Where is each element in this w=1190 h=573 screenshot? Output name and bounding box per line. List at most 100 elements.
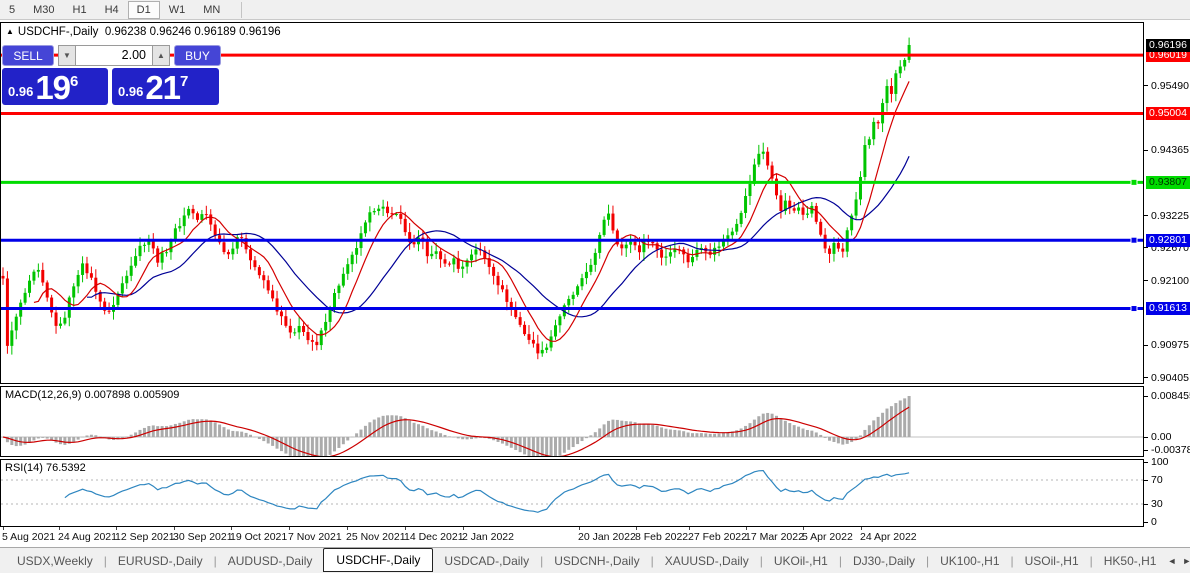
- chart-tab-bar: USDX,Weekly | EURUSD-,Daily | AUDUSD-,Daily U…: [0, 547, 1190, 573]
- symbol-label: USDCHF-,Daily: [17, 26, 99, 38]
- macd-axis-tick: [1144, 449, 1148, 451]
- date-tick: [116, 527, 117, 530]
- date-label: 14 Dec 2021: [404, 531, 464, 543]
- rsi-axis-tick: [1144, 461, 1148, 463]
- date-label: 2 Jan 2022: [462, 531, 514, 543]
- timeframe-button-h1[interactable]: H1: [64, 1, 96, 19]
- tab-hk50-h1[interactable]: HK50-,H1: [1093, 550, 1168, 572]
- price-axis-tick: [1144, 377, 1148, 379]
- buy-price-pipette: 7: [180, 73, 189, 90]
- tab-dj30-daily[interactable]: DJ30-,Daily: [842, 550, 926, 572]
- tab-audusd-daily[interactable]: AUDUSD-,Daily: [217, 550, 324, 572]
- rsi-axis-label: 100: [1151, 456, 1169, 468]
- price-axis-tick: [1144, 215, 1148, 217]
- date-label: 24 Aug 2021: [58, 531, 117, 543]
- macd-axis-tick: [1144, 436, 1148, 438]
- rsi-axis-tick: [1144, 521, 1148, 523]
- tab-usdx-weekly[interactable]: USDX,Weekly: [6, 550, 104, 572]
- price-axis-level-label: 0.93807: [1146, 175, 1190, 189]
- date-tick: [463, 527, 464, 530]
- rsi-line: [64, 469, 910, 513]
- macd-axis-label: -0.00378: [1151, 444, 1190, 456]
- date-tick: [347, 527, 348, 530]
- sell-price-prefix: 0.96: [8, 84, 34, 99]
- macd-axis-label: 0.00: [1151, 431, 1172, 443]
- buy-button[interactable]: BUY: [174, 45, 221, 66]
- tab-scroll-controls: ◄ ►: [1167, 556, 1190, 566]
- volume-decrease-button[interactable]: ▼: [58, 45, 76, 66]
- rsi-axis-label: 0: [1151, 516, 1157, 528]
- price-axis-tick: [1144, 280, 1148, 282]
- price-axis-tick: [1144, 85, 1148, 87]
- date-label: 17 Mar 2022: [745, 531, 804, 543]
- macd-axis-label: 0.008455: [1151, 390, 1190, 402]
- price-axis-tick-label: 0.95490: [1151, 79, 1189, 92]
- macd-axis-tick: [1144, 395, 1148, 397]
- macd-panel: MACD(12,26,9) 0.007898 0.005909: [0, 386, 1144, 457]
- date-label: 30 Sep 2021: [173, 531, 233, 543]
- timeframe-button-mn[interactable]: MN: [194, 1, 229, 19]
- buy-price-button[interactable]: 0.96 21 7: [112, 68, 219, 105]
- tab-usdchf-daily[interactable]: USDCHF-,Daily: [323, 547, 434, 572]
- buy-price-prefix: 0.96: [118, 84, 144, 99]
- sell-price-button[interactable]: 0.96 19 6: [2, 68, 108, 105]
- tab-usoil-h1[interactable]: USOil-,H1: [1014, 550, 1090, 572]
- price-axis-tick: [1144, 247, 1148, 249]
- tab-scroll-left-icon[interactable]: ◄: [1167, 556, 1176, 566]
- date-tick: [579, 527, 580, 530]
- date-tick: [636, 527, 637, 530]
- price-axis-tick-label: 0.94365: [1151, 144, 1189, 157]
- rsi-label: RSI(14) 76.5392: [5, 462, 86, 474]
- ma-fast-line: [33, 81, 910, 342]
- tab-ukoil-h1[interactable]: UKOil-,H1: [763, 550, 839, 572]
- date-label: 20 Jan 2022: [578, 531, 636, 543]
- sell-button[interactable]: SELL: [2, 45, 54, 66]
- timeframe-button-5[interactable]: 5: [0, 1, 24, 19]
- sell-price-pipette: 6: [70, 73, 79, 90]
- time-axis: 5 Aug 2021 24 Aug 2021 12 Sep 2021 30 Sep 2…: [0, 527, 1144, 546]
- macd-label: MACD(12,26,9) 0.007898 0.005909: [5, 389, 180, 401]
- price-axis-tick-label: 0.92100: [1151, 274, 1189, 287]
- price-axis-tick-label: 0.93225: [1151, 209, 1189, 222]
- price-axis-tick-label: 0.90975: [1151, 339, 1189, 352]
- date-tick: [174, 527, 175, 530]
- toolbar-divider: [241, 1, 243, 18]
- tab-usdcad-daily[interactable]: USDCAD-,Daily: [433, 550, 540, 572]
- rsi-axis-tick: [1144, 479, 1148, 481]
- timeframe-button-d1[interactable]: D1: [127, 0, 160, 19]
- timeframe-button-h4[interactable]: H4: [96, 1, 128, 19]
- volume-increase-button[interactable]: ▲: [152, 45, 170, 66]
- timeframe-button-w1[interactable]: W1: [160, 1, 195, 19]
- date-label: 24 Apr 2022: [860, 531, 917, 543]
- tab-eurusd-daily[interactable]: EURUSD-,Daily: [107, 550, 214, 572]
- date-tick: [746, 527, 747, 530]
- tab-usdcnh-daily[interactable]: USDCNH-,Daily: [543, 550, 650, 572]
- price-axis-tick: [1144, 149, 1148, 151]
- symbol-direction-icon: ▲: [6, 27, 14, 36]
- rsi-axis-label: 30: [1151, 498, 1163, 510]
- date-label: 5 Aug 2021: [2, 531, 56, 543]
- tab-scroll-right-icon[interactable]: ►: [1182, 556, 1190, 566]
- price-axis-level-label: 0.92801: [1146, 233, 1190, 247]
- buy-price-big: 21: [145, 69, 181, 106]
- price-axis-level-label: 0.91613: [1146, 302, 1190, 316]
- date-label: 5 Apr 2022: [802, 531, 853, 543]
- price-axis-tick-label: 0.90405: [1151, 371, 1189, 384]
- date-label: 19 Oct 2021: [230, 531, 288, 543]
- current-price-label: 0.96196: [1146, 38, 1190, 52]
- date-tick: [289, 527, 290, 530]
- ohlc-readout: 0.96238 0.96246 0.96189 0.96196: [104, 26, 281, 38]
- tab-xauusd-daily[interactable]: XAUUSD-,Daily: [654, 550, 760, 572]
- date-tick: [231, 527, 232, 530]
- date-label: 7 Nov 2021: [288, 531, 342, 543]
- rsi-plot: [1, 469, 1143, 513]
- price-axis-level-label: 0.95004: [1146, 107, 1190, 121]
- timeframe-button-m30[interactable]: M30: [24, 1, 63, 19]
- rsi-axis-tick: [1144, 503, 1148, 505]
- date-tick: [689, 527, 690, 530]
- one-click-trade-panel: SELL ▼ 2.00 ▲ BUY 0.96 19 6 0.96 21 7: [2, 45, 223, 107]
- volume-input[interactable]: 2.00: [76, 45, 152, 66]
- tab-uk100-h1[interactable]: UK100-,H1: [929, 550, 1010, 572]
- date-label: 25 Nov 2021: [346, 531, 406, 543]
- date-tick: [405, 527, 406, 530]
